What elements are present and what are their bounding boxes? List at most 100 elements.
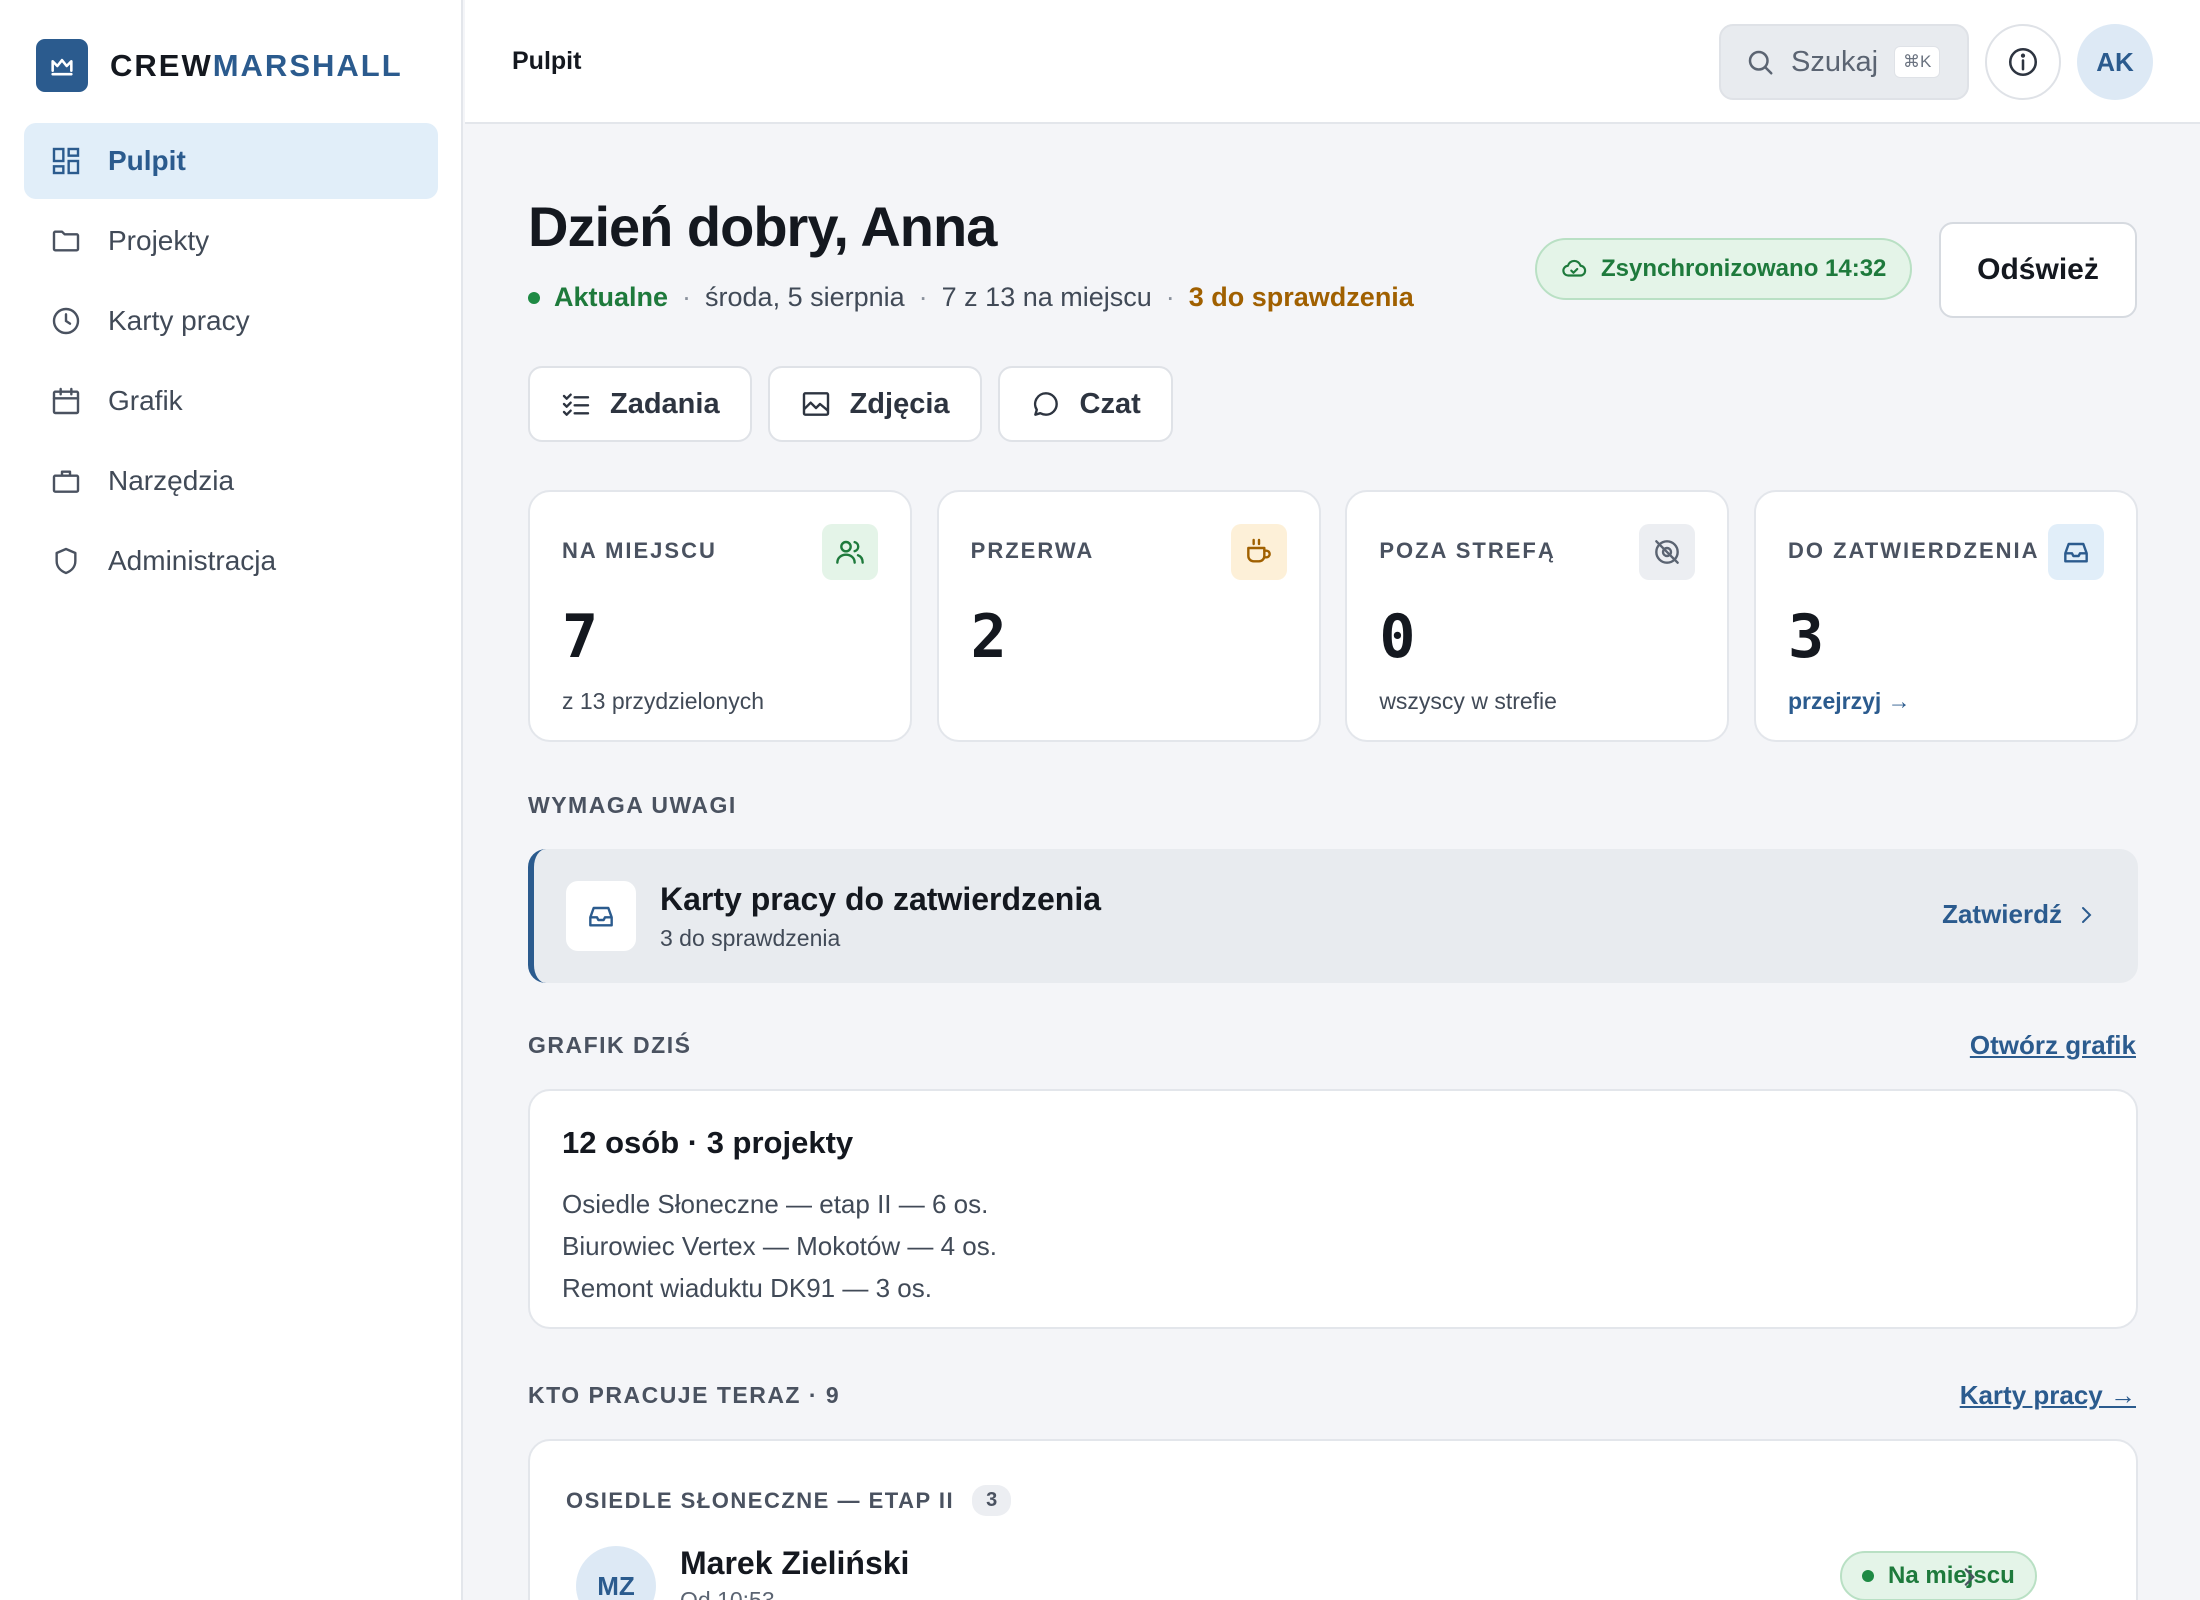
- stats-row: NA MIEJSCU 7 z 13 przydzielonych PRZERWA…: [528, 490, 2138, 742]
- status-badge-label: Na miejscu: [1888, 1562, 2015, 1589]
- sidebar-item-label: Grafik: [108, 385, 183, 416]
- stat-sub: wszyscy w strefie: [1379, 688, 1557, 714]
- status-badge: Na miejscu: [1840, 1551, 2037, 1600]
- sidebar-item-label: Narzędzia: [108, 465, 235, 496]
- schedule-line: Remont wiaduktu DK91 — 3 os.: [562, 1273, 932, 1303]
- sidebar-item-narzedzia[interactable]: Narzędzia: [24, 443, 438, 519]
- open-schedule-link[interactable]: Otwórz grafik: [1970, 1030, 2136, 1061]
- attention-subtitle: 3 do sprawdzenia: [660, 925, 841, 951]
- sidebar-item-karty-pracy[interactable]: Karty pracy: [24, 283, 438, 359]
- sidebar-item-projekty[interactable]: Projekty: [24, 203, 438, 279]
- greeting: Dzień dobry, Anna: [528, 195, 997, 258]
- sidebar-item-label: Projekty: [108, 225, 210, 256]
- briefcase-icon: [50, 465, 82, 497]
- live-dot-icon: [528, 291, 540, 304]
- brand-name: CREWMARSHALL: [110, 48, 403, 84]
- project-group-header: OSIEDLE SŁONECZNE — ETAP II 3: [566, 1485, 1012, 1516]
- photos-label: Zdjęcia: [849, 387, 950, 420]
- search-button[interactable]: Szukaj ⌘K: [1719, 24, 1969, 100]
- worker-name[interactable]: Marek Zieliński: [680, 1545, 909, 1582]
- chevron-right-icon: [2082, 906, 2092, 923]
- worker-since: Od 10:53: [680, 1587, 775, 1600]
- user-avatar[interactable]: AK: [2077, 24, 2153, 100]
- sidebar-item-label: Karty pracy: [108, 305, 250, 336]
- schedule-card[interactable]: 12 osób · 3 projekty Osiedle Słoneczne —…: [528, 1089, 2138, 1329]
- stat-value: 3: [1787, 602, 1825, 672]
- sidebar-item-label: Administracja: [108, 545, 277, 576]
- location-off-icon: [1639, 524, 1696, 580]
- image-icon: [802, 392, 829, 416]
- schedule-line: Osiedle Słoneczne — etap II — 6 os.: [562, 1189, 989, 1219]
- sidebar-nav: Pulpit Projekty Karty pracy Grafik Narzę…: [24, 123, 438, 603]
- search-placeholder: Szukaj: [1791, 45, 1879, 78]
- chat-label: Czat: [1079, 387, 1141, 420]
- checklist-icon: [562, 393, 590, 416]
- status-live: Aktualne: [554, 282, 669, 312]
- chat-button[interactable]: Czat: [997, 366, 1173, 442]
- stat-value: 7: [562, 602, 599, 672]
- working-now-section-title: KTO PRACUJE TERAZ · 9: [528, 1382, 841, 1408]
- sync-status-badge: Zsynchronizowano 14:32: [1535, 238, 1913, 300]
- brand[interactable]: CREWMARSHALL: [36, 39, 403, 92]
- dashboard-icon: [50, 145, 82, 177]
- stat-sub: z 13 przydzielonych: [562, 688, 764, 714]
- clock-icon: [50, 305, 82, 337]
- review-link[interactable]: przejrzyj →: [1788, 688, 1911, 715]
- tasks-button[interactable]: Zadania: [528, 366, 752, 442]
- info-icon: [2008, 47, 2038, 77]
- brand-logo-icon: [36, 39, 88, 92]
- approve-label: Zatwierdź: [1942, 899, 2062, 929]
- status-line: Aktualne · środa, 5 sierpnia · 7 z 13 na…: [528, 282, 1414, 313]
- page-title: Pulpit: [512, 47, 582, 75]
- approve-button[interactable]: Zatwierdź: [1942, 899, 2098, 930]
- chevron-right-icon[interactable]: [1956, 1564, 1982, 1590]
- calendar-icon: [50, 385, 82, 417]
- separator: ·: [1165, 282, 1175, 312]
- schedule-line: Biurowiec Vertex — Mokotów — 4 os.: [562, 1231, 997, 1261]
- attention-title: Karty pracy do zatwierdzenia: [660, 881, 1102, 917]
- sidebar: CREWMARSHALL Pulpit Projekty Karty pracy: [0, 0, 463, 1600]
- stat-value: 2: [970, 602, 1007, 672]
- quick-actions: Zadania Zdjęcia Czat: [528, 366, 1189, 442]
- status-to-review[interactable]: 3 do sprawdzenia: [1189, 282, 1414, 313]
- status-present: 7 z 13 na miejscu: [941, 282, 1152, 312]
- stat-value: 0: [1379, 602, 1416, 672]
- tasks-label: Zadania: [610, 387, 720, 420]
- inbox-icon: [2047, 524, 2104, 580]
- search-shortcut: ⌘K: [1894, 46, 1941, 78]
- photos-button[interactable]: Zdjęcia: [767, 366, 982, 442]
- stat-card-on-site[interactable]: NA MIEJSCU 7 z 13 przydzielonych: [528, 490, 912, 742]
- attention-card[interactable]: Karty pracy do zatwierdzenia 3 do sprawd…: [528, 849, 2138, 983]
- shield-icon: [50, 545, 82, 577]
- schedule-title: 12 osób · 3 projekty: [562, 1125, 854, 1160]
- project-group-count: 3: [972, 1485, 1012, 1516]
- topbar: Pulpit Szukaj ⌘K AK: [465, 0, 2200, 124]
- brand-name-part1: CREW: [110, 47, 213, 83]
- coffee-icon: [1230, 524, 1287, 580]
- avatar: MZ: [576, 1546, 656, 1600]
- stat-card-break[interactable]: PRZERWA 2: [936, 490, 1321, 742]
- search-icon: [1748, 50, 1773, 75]
- status-dot-icon: [1862, 1570, 1874, 1582]
- sync-label: Zsynchronizowano 14:32: [1601, 255, 1887, 282]
- attention-section-title: WYMAGA UWAGI: [528, 792, 737, 818]
- sidebar-item-label: Pulpit: [108, 145, 186, 176]
- schedule-section-title: GRAFIK DZIŚ: [528, 1032, 692, 1058]
- folder-icon: [50, 225, 82, 257]
- sidebar-item-pulpit[interactable]: Pulpit: [24, 123, 438, 199]
- users-icon: [822, 524, 878, 580]
- sidebar-item-grafik[interactable]: Grafik: [24, 363, 438, 439]
- working-now-card: OSIEDLE SŁONECZNE — ETAP II 3 MZ Marek Z…: [528, 1439, 2138, 1600]
- separator: ·: [682, 282, 692, 312]
- stat-card-to-approve[interactable]: DO ZATWIERDZENIA 3 przejrzyj →: [1753, 490, 2138, 742]
- project-group-label: OSIEDLE SŁONECZNE — ETAP II: [566, 1487, 955, 1513]
- timesheets-link[interactable]: Karty pracy →: [1960, 1380, 2136, 1411]
- status-date: środa, 5 sierpnia: [705, 282, 905, 312]
- refresh-button[interactable]: Odśwież: [1939, 222, 2137, 318]
- inbox-icon: [566, 881, 636, 951]
- info-button[interactable]: [1985, 24, 2061, 100]
- cloud-check-icon: [1562, 259, 1587, 277]
- sidebar-item-administracja[interactable]: Administracja: [24, 523, 438, 599]
- chat-icon: [1033, 392, 1058, 416]
- stat-card-out-of-zone[interactable]: POZA STREFĄ 0 wszyscy w strefie: [1345, 490, 1730, 742]
